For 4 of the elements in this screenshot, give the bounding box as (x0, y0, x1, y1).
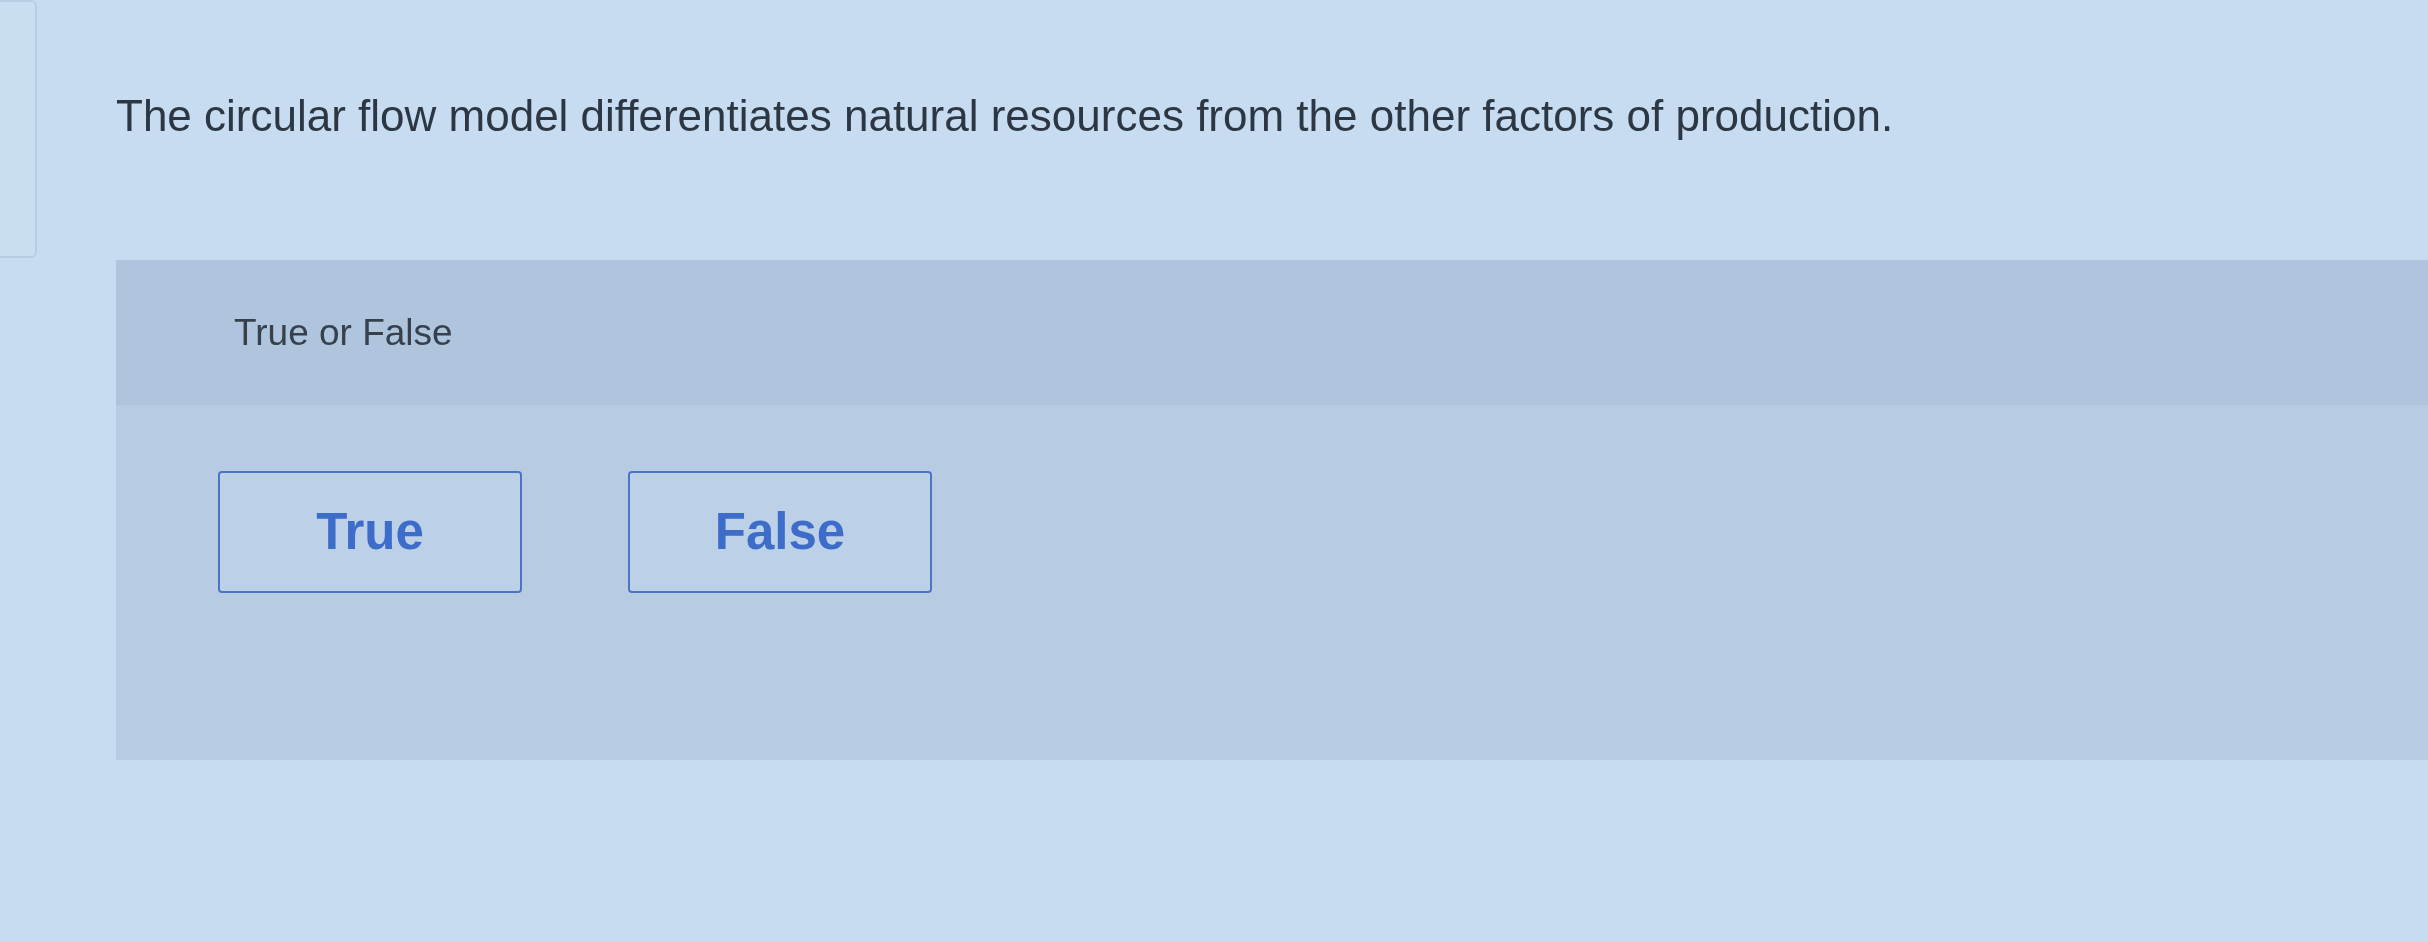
question-text: The circular flow model differentiates natural resources from the other factors of production. (116, 90, 1894, 142)
answer-type-label: True or False (234, 310, 453, 355)
answer-option-button[interactable]: True (218, 471, 522, 593)
answer-option-button[interactable]: False (628, 471, 932, 593)
